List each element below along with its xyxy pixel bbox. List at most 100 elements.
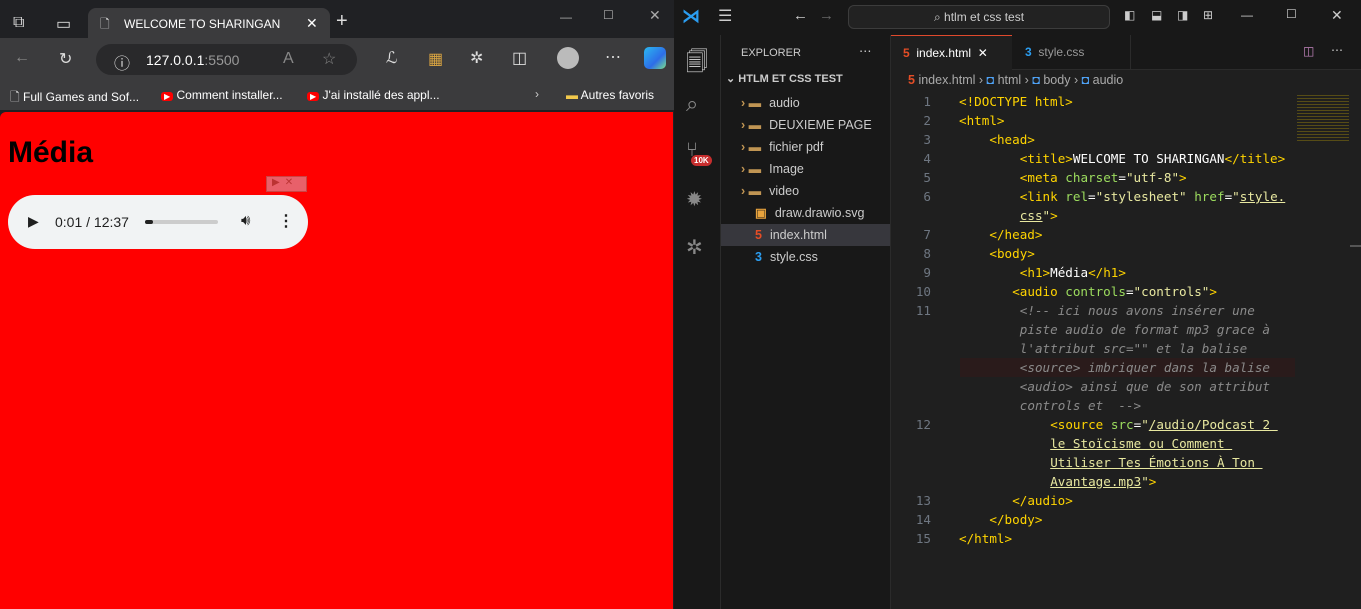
profile-avatar[interactable] (557, 47, 579, 69)
breadcrumb-item[interactable]: index.html (918, 73, 975, 87)
code-line[interactable]: l'attribut src="" et la balise (1020, 339, 1247, 358)
code-line[interactable]: <meta charset="utf-8"> (1020, 168, 1187, 187)
project-header[interactable]: ⌄ HTLM ET CSS TEST (726, 72, 843, 85)
close-window-button[interactable]: ✕ (1331, 7, 1343, 24)
volume-icon[interactable]: 🔊︎ (241, 212, 250, 229)
code-line[interactable]: <source> imbriquer dans la balise (1020, 358, 1270, 377)
bookmark-item[interactable]: ▶ Comment installer... (161, 88, 283, 102)
close-tab-icon[interactable]: ✕ (978, 46, 988, 60)
menu-icon[interactable]: ☰ (718, 6, 732, 26)
url-port: :5500 (204, 52, 240, 68)
editor: 5 index.html ✕ 3 style.css ◫ ⋯ 5 index.h… (891, 35, 1361, 609)
layout-icon[interactable]: ⊞ (1203, 8, 1213, 22)
languagetool-icon[interactable]: ℒ (386, 48, 398, 68)
maximize-button[interactable]: ☐ (603, 8, 614, 22)
code-line[interactable]: </html> (959, 529, 1012, 548)
breadcrumb-item[interactable]: body (1043, 73, 1070, 87)
explorer-item[interactable]: › ▬ video (721, 180, 890, 202)
split-screen-icon[interactable]: ◫ (512, 48, 527, 68)
close-tab-icon[interactable]: ✕ (306, 15, 318, 32)
bookmark-item[interactable]: ▶ J'ai installé des appl... (307, 88, 440, 102)
code-line[interactable]: </body> (989, 510, 1042, 529)
code-line[interactable]: <body> (989, 244, 1035, 263)
code-line[interactable]: <h1>Média</h1> (1020, 263, 1126, 282)
minimize-button[interactable]: — (560, 10, 572, 24)
minimize-button[interactable]: — (1241, 8, 1253, 22)
code-line[interactable]: <audio> ainsi que de son attribut (1020, 377, 1270, 396)
toggle-secondary-sidebar-icon[interactable]: ◨ (1177, 8, 1188, 22)
nav-back-icon[interactable]: ← (793, 7, 808, 24)
read-aloud-icon[interactable]: A (283, 50, 294, 68)
minimap[interactable] (1297, 93, 1349, 143)
code-line[interactable]: <!-- ici nous avons insérer une (1020, 301, 1255, 320)
bookmark-item[interactable]: 🗋 Full Games and Sof... (10, 88, 139, 109)
explorer-item[interactable]: 5 index.html (721, 224, 890, 246)
tab-style-css[interactable]: 3 style.css (1013, 35, 1131, 70)
explorer-item-label: audio (769, 96, 800, 110)
command-search[interactable]: ⌕ htlm et css test (848, 5, 1110, 29)
code-line[interactable]: <!DOCTYPE html> (959, 92, 1073, 111)
scrollbar[interactable] (1350, 245, 1361, 247)
address-bar[interactable]: ⓘ 127.0.0.1:5500 A ☆ (96, 44, 357, 75)
code-line[interactable]: piste audio de format mp3 grace à (1020, 320, 1270, 339)
extensions-icon[interactable]: ✲ (470, 48, 483, 68)
more-options-icon[interactable]: ⋮ (278, 211, 294, 231)
code-line[interactable]: <audio controls="controls"> (1012, 282, 1217, 301)
line-number: 12 (915, 417, 931, 432)
explorer-item[interactable]: › ▬ DEUXIEME PAGE (721, 114, 890, 136)
code-line[interactable]: <link rel="stylesheet" href="style. (1020, 187, 1285, 206)
search-icon[interactable]: ⌕ (686, 91, 698, 117)
explorer-item[interactable]: › ▬ audio (721, 92, 890, 114)
more-icon[interactable]: ⋯ (605, 47, 621, 67)
tab-index-html[interactable]: 5 index.html ✕ (891, 35, 1012, 70)
new-tab-button[interactable]: + (336, 10, 348, 33)
code-line[interactable]: <head> (989, 130, 1035, 149)
back-icon[interactable]: ← (14, 49, 30, 67)
code-line[interactable]: </audio> (1012, 491, 1073, 510)
code-line[interactable]: Avantage.mp3"> (1050, 472, 1156, 491)
tab-welcome[interactable]: 🗋 WELCOME TO SHARINGAN ✕ (88, 8, 330, 38)
audio-player[interactable]: ▶ 0:01 / 12:37 🔊︎ ⋮ (8, 195, 308, 249)
code-token: <html> (959, 113, 1005, 128)
code-line[interactable]: css"> (1020, 206, 1058, 225)
workspaces-icon[interactable]: ⧉ (13, 14, 24, 32)
play-button[interactable]: ▶ (28, 213, 39, 230)
other-favorites[interactable]: ▬ Autres favoris (566, 88, 654, 102)
explorer-icon[interactable]: 🗐 (686, 45, 708, 83)
explorer-item[interactable]: ▣ draw.drawio.svg (721, 202, 890, 224)
explorer-item[interactable]: 3 style.css (721, 246, 890, 268)
refresh-icon[interactable]: ↻ (59, 49, 72, 69)
chevron-right-icon[interactable]: › (535, 87, 539, 101)
more-actions-icon[interactable]: ⋯ (859, 43, 872, 58)
copilot-icon[interactable] (644, 47, 666, 69)
code-line[interactable]: <html> (959, 111, 1005, 130)
tab-actions-icon[interactable]: ▭ (56, 14, 71, 34)
maximize-button[interactable]: ☐ (1286, 7, 1297, 21)
video-downloader-widget[interactable]: ▶ ✕ (266, 176, 307, 192)
split-editor-icon[interactable]: ◫ (1303, 44, 1314, 58)
toggle-panel-icon[interactable]: ⬓ (1151, 8, 1162, 22)
extensions-icon[interactable]: ✲ (686, 235, 703, 260)
code-token: href (1194, 189, 1225, 204)
code-line[interactable]: <title>WELCOME TO SHARINGAN</title> (1020, 149, 1285, 168)
seek-slider[interactable] (145, 220, 218, 224)
code-line[interactable]: le Stoïcisme ou Comment (1050, 434, 1232, 453)
extension-icon[interactable]: ▦ (428, 49, 443, 69)
debug-icon[interactable]: ✹ (686, 187, 703, 212)
explorer-item[interactable]: › ▬ fichier pdf (721, 136, 890, 158)
nav-forward-icon[interactable]: → (819, 7, 834, 24)
favorite-star-icon[interactable]: ☆ (322, 49, 336, 69)
close-window-button[interactable]: ✕ (649, 7, 661, 24)
explorer-item[interactable]: › ▬ Image (721, 158, 890, 180)
breadcrumb-item[interactable]: audio (1093, 73, 1124, 87)
toggle-sidebar-icon[interactable]: ◧ (1124, 8, 1135, 22)
code-line[interactable]: Utiliser Tes Émotions À Ton (1050, 453, 1262, 472)
code-token: </title> (1224, 151, 1286, 166)
more-actions-icon[interactable]: ⋯ (1331, 43, 1343, 57)
site-info-icon[interactable]: ⓘ (114, 50, 130, 74)
code-token: Média (1050, 265, 1089, 280)
code-line[interactable]: <source src="/audio/Podcast 2 (1050, 415, 1278, 434)
breadcrumb-item[interactable]: html (998, 73, 1022, 87)
code-line[interactable]: </head> (989, 225, 1042, 244)
code-line[interactable]: controls et --> (1020, 396, 1141, 415)
